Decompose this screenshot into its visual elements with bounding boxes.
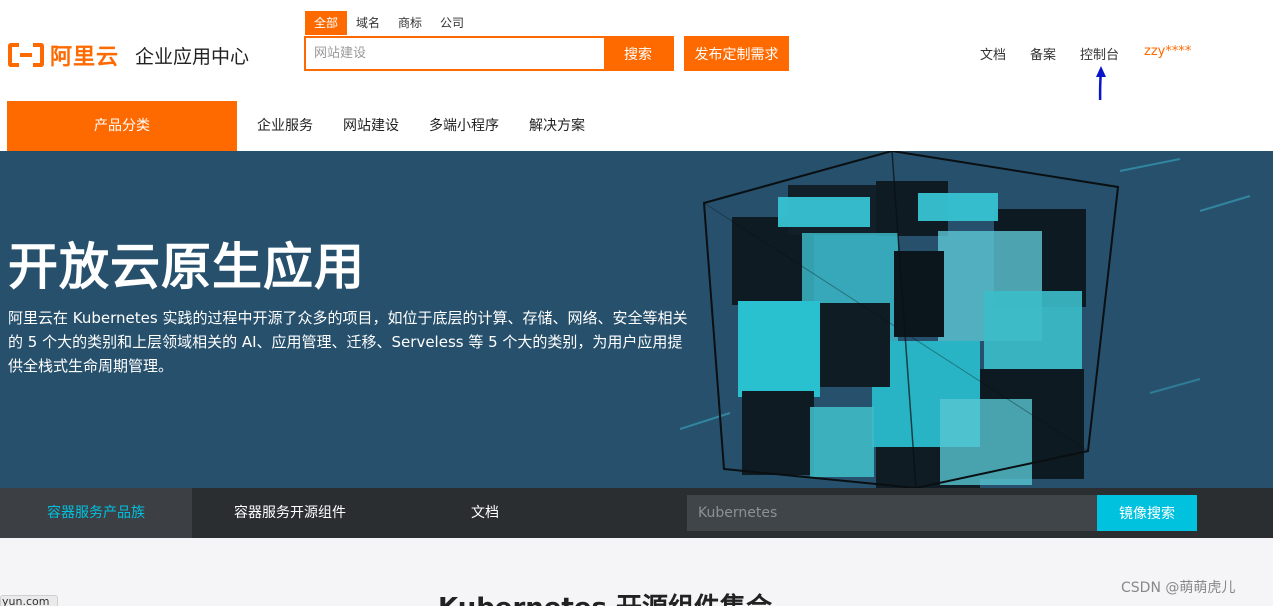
search-box: 搜索: [304, 36, 674, 71]
components-section: Kubernetes 开源组件集合 yun.com CSDN @萌萌虎儿: [0, 538, 1273, 606]
product-category-button[interactable]: 产品分类: [7, 101, 237, 151]
logo-subtitle: 企业应用中心: [135, 45, 250, 68]
tab-container-products[interactable]: 容器服务产品族: [0, 488, 192, 538]
search-tab-domain[interactable]: 域名: [347, 11, 389, 35]
nav-item-enterprise-services[interactable]: 企业服务: [257, 100, 313, 151]
publish-request-button[interactable]: 发布定制需求: [684, 36, 789, 71]
mirror-search-input[interactable]: [687, 495, 1097, 531]
aliyun-logo[interactable]: 阿里云 企业应用中心: [8, 40, 249, 70]
top-header: 阿里云 企业应用中心 全部 域名 商标 公司 搜索 发布定制需求 文档 备案 控…: [0, 0, 1273, 128]
search-tab-all[interactable]: 全部: [305, 11, 348, 35]
search-tab-company[interactable]: 公司: [431, 11, 473, 35]
banner-title: 开放云原生应用: [8, 238, 365, 296]
status-bar-fragment: yun.com: [0, 595, 58, 606]
csdn-watermark: CSDN @萌萌虎儿: [1121, 580, 1236, 596]
mirror-search-button[interactable]: 镜像搜索: [1097, 495, 1197, 531]
tab-docs[interactable]: 文档: [412, 488, 558, 538]
hero-banner: 开放云原生应用 阿里云在 Kubernetes 实践的过程中开源了众多的项目，如…: [0, 151, 1273, 488]
logo-brand-text: 阿里云: [50, 45, 120, 70]
aliyun-logo-icon: [8, 43, 44, 67]
nav-item-solutions[interactable]: 解决方案: [529, 100, 585, 151]
search-tab-trademark[interactable]: 商标: [389, 11, 431, 35]
nav-items: 企业服务 网站建设 多端小程序 解决方案: [257, 100, 615, 151]
search-button[interactable]: 搜索: [604, 38, 672, 69]
search-input[interactable]: [306, 38, 604, 69]
main-nav: 产品分类 企业服务 网站建设 多端小程序 解决方案: [0, 100, 1273, 151]
section-title: Kubernetes 开源组件集合: [438, 587, 772, 606]
nav-item-website-building[interactable]: 网站建设: [343, 100, 399, 151]
nav-item-mini-programs[interactable]: 多端小程序: [429, 100, 499, 151]
search-scope-tabs: 全部 域名 商标 公司: [305, 11, 473, 35]
docs-link[interactable]: 文档: [980, 44, 1006, 63]
cube-illustration-icon: [680, 151, 1251, 488]
tab-open-source-components[interactable]: 容器服务开源组件: [192, 488, 388, 538]
console-link[interactable]: 控制台: [1080, 44, 1119, 63]
filing-link[interactable]: 备案: [1030, 44, 1056, 63]
banner-description: 阿里云在 Kubernetes 实践的过程中开源了众多的项目，如位于底层的计算、…: [8, 309, 688, 375]
user-account-link[interactable]: zzy****: [1144, 44, 1191, 59]
